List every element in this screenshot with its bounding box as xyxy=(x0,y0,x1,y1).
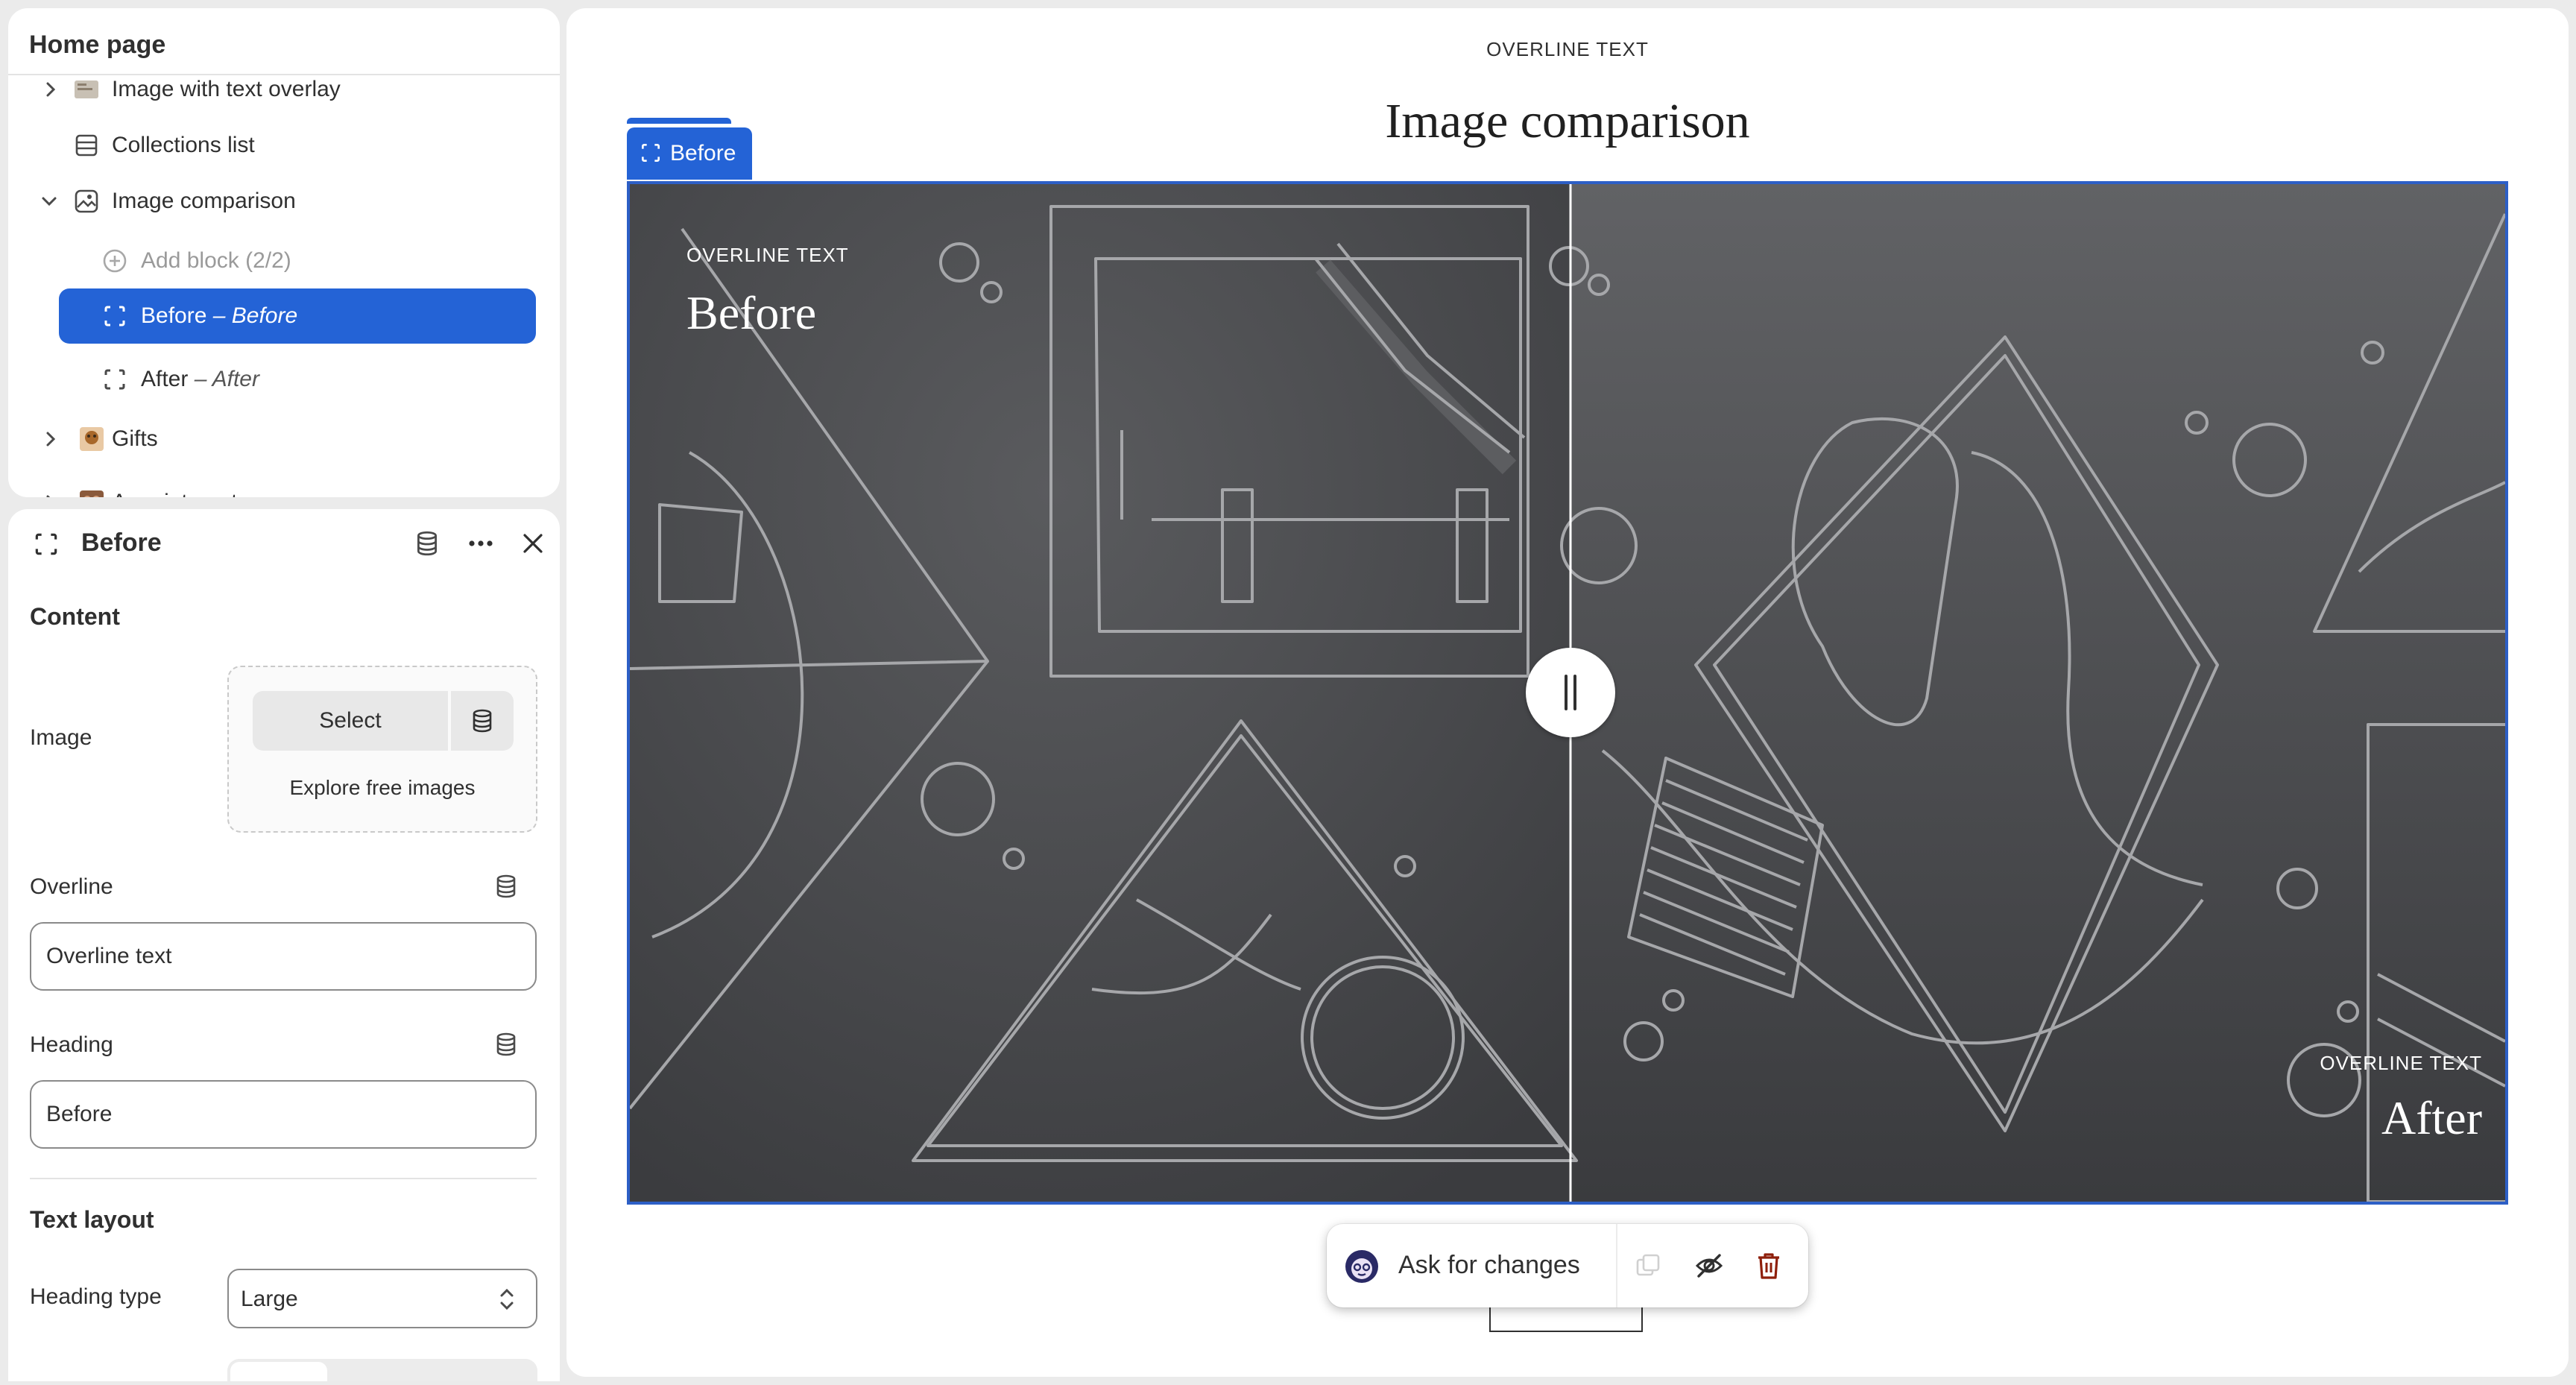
image-comparison-canvas[interactable]: OVERLINE TEXT Before OVERLINE TEXT After xyxy=(627,181,2508,1205)
drag-handle-icon xyxy=(1565,675,1576,710)
tree-item-label: After xyxy=(141,367,189,391)
comparison-slider-handle[interactable] xyxy=(1526,648,1615,737)
before-heading: Before xyxy=(686,286,817,339)
heading-type-value: Large xyxy=(241,1287,298,1311)
tree-item-label: Gifts xyxy=(112,426,158,451)
section-overline: OVERLINE TEXT xyxy=(1486,38,1649,60)
chevron-down-icon[interactable] xyxy=(38,190,60,212)
heading-label: Heading xyxy=(30,1032,113,1057)
settings-title: Before xyxy=(81,529,162,557)
overline-input[interactable]: Overline text xyxy=(30,922,537,991)
close-icon[interactable] xyxy=(520,531,546,556)
selected-block-tab[interactable]: Before xyxy=(627,127,752,180)
tree-item-label: Before xyxy=(141,303,207,328)
after-overline: OVERLINE TEXT xyxy=(2320,1052,2482,1074)
more-options-icon[interactable] xyxy=(466,529,496,558)
tree-item-appointments[interactable]: Appointments xyxy=(8,475,560,497)
duplicate-icon[interactable] xyxy=(1635,1252,1661,1279)
segmented-control[interactable] xyxy=(227,1359,537,1381)
chevron-right-icon[interactable] xyxy=(40,78,62,101)
database-icon xyxy=(473,709,492,733)
explore-free-images-link[interactable]: Explore free images xyxy=(229,776,536,800)
hide-eye-icon[interactable] xyxy=(1694,1251,1724,1281)
block-settings-panel: Before Content Image Select Explore free… xyxy=(8,509,560,1381)
selection-tab-edge xyxy=(627,118,731,124)
floating-toolbar: Ask for changes xyxy=(1327,1224,1808,1307)
overline-label: Overline xyxy=(30,874,113,899)
image-comparison-icon xyxy=(75,189,98,213)
preview-panel: OVERLINE TEXT Image comparison Before OV… xyxy=(566,8,2569,1377)
heading-type-label: Heading type xyxy=(30,1284,162,1309)
image-thumbnail-icon xyxy=(75,81,98,98)
ask-for-changes-button[interactable]: Ask for changes xyxy=(1327,1224,1616,1307)
image-label: Image xyxy=(30,725,92,750)
section-title: Image comparison xyxy=(1385,94,1750,148)
plus-circle-icon xyxy=(103,249,127,273)
tree-item-label: Add block (2/2) xyxy=(141,248,291,273)
image-picker: Select Explore free images xyxy=(227,666,537,833)
gift-thumbnail-icon xyxy=(80,427,104,451)
database-icon[interactable] xyxy=(493,873,520,900)
tree-item-image-with-text-overlay[interactable]: Image with text overlay xyxy=(8,62,560,117)
tree-item-label: Image comparison xyxy=(112,189,296,213)
toolbar-divider xyxy=(1616,1224,1617,1307)
tree-item-before-block[interactable]: Before – Before xyxy=(8,288,560,344)
tree-item-label: Image with text overlay xyxy=(112,77,341,101)
assistant-avatar-icon xyxy=(1345,1250,1378,1283)
chevron-right-icon[interactable] xyxy=(40,428,62,450)
block-icon xyxy=(104,369,125,390)
page-title: Home page xyxy=(29,31,166,59)
selected-block-tab-label: Before xyxy=(670,141,736,165)
database-icon[interactable] xyxy=(493,1031,520,1058)
tree-item-sublabel: – After xyxy=(194,367,259,391)
collection-list-icon xyxy=(75,134,98,157)
chevron-right-icon[interactable] xyxy=(40,491,62,497)
before-overline: OVERLINE TEXT xyxy=(686,244,849,266)
heading-type-select[interactable]: Large xyxy=(227,1269,537,1328)
tree-item-collections-list[interactable]: Collections list xyxy=(8,118,560,173)
block-icon xyxy=(35,533,57,555)
appointments-thumbnail-icon xyxy=(80,490,104,497)
heading-input[interactable]: Before xyxy=(30,1080,537,1149)
delete-trash-icon[interactable] xyxy=(1755,1251,1782,1281)
add-block-button[interactable]: Add block (2/2) xyxy=(8,233,560,288)
tree-item-gifts[interactable]: Gifts xyxy=(8,411,560,467)
tree-item-after-block[interactable]: After – After xyxy=(8,352,560,407)
block-icon xyxy=(104,306,125,326)
ask-for-changes-label: Ask for changes xyxy=(1398,1251,1580,1279)
select-chevrons-icon xyxy=(500,1288,514,1310)
dynamic-source-button[interactable] xyxy=(451,691,514,751)
tree-item-label-group: After – After xyxy=(141,367,259,392)
tree-item-sublabel: – Before xyxy=(212,303,298,328)
section-tree-panel: Home page Image with text overlay Collec… xyxy=(8,8,560,497)
database-icon[interactable] xyxy=(413,529,441,558)
divider xyxy=(30,1178,537,1179)
after-heading: After xyxy=(2381,1091,2482,1144)
tree-item-label-group: Before – Before xyxy=(141,303,297,329)
text-layout-heading: Text layout xyxy=(30,1206,154,1233)
tree-item-label: Appointments xyxy=(112,490,248,497)
tree-item-label: Collections list xyxy=(112,133,255,157)
block-icon xyxy=(642,144,660,162)
select-image-button[interactable]: Select xyxy=(253,691,448,751)
segment-option[interactable] xyxy=(230,1362,327,1381)
tree-item-image-comparison[interactable]: Image comparison xyxy=(8,174,560,229)
content-heading: Content xyxy=(30,603,120,630)
